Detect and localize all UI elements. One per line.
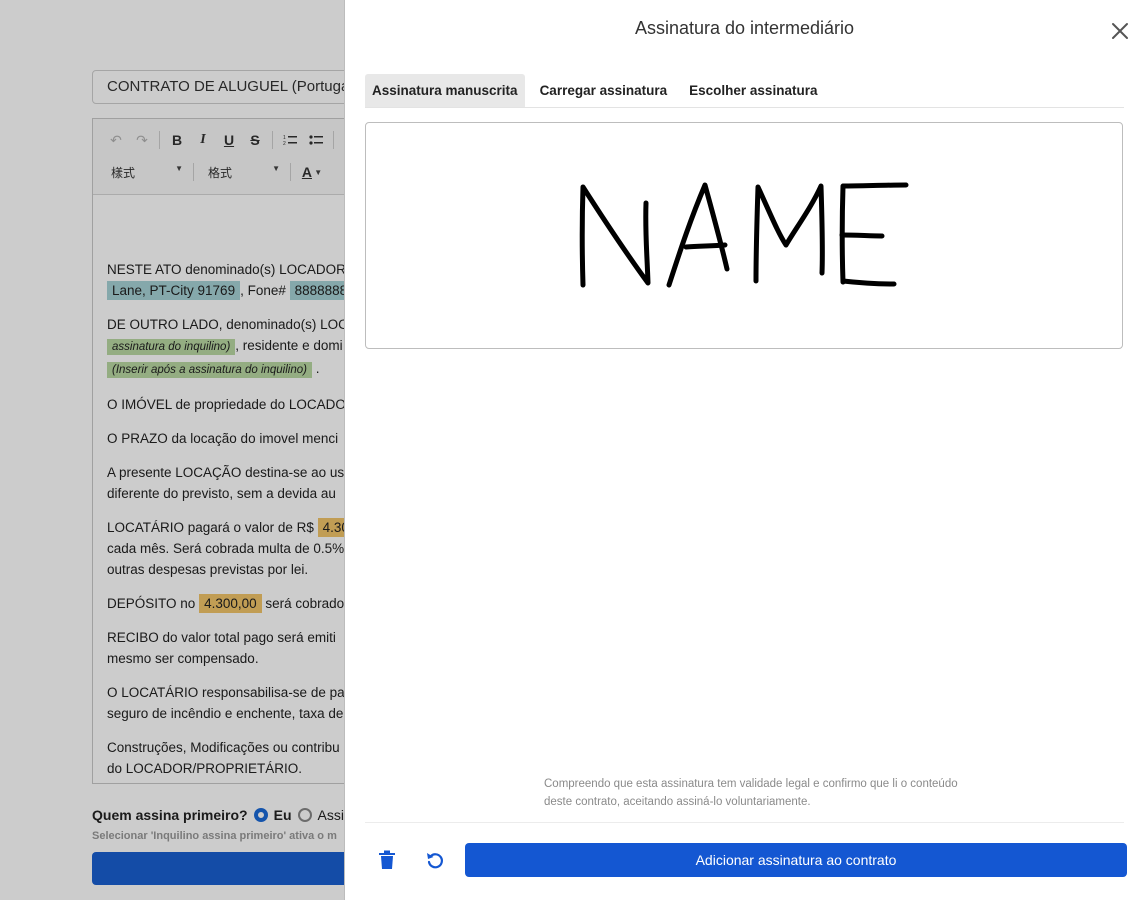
tab-upload[interactable]: Carregar assinatura [533,74,675,107]
signature-canvas[interactable] [365,122,1123,349]
legal-notice: Compreendo que esta assinatura tem valid… [544,778,958,808]
handwritten-signature [579,182,909,288]
undo-icon[interactable] [423,848,447,872]
modal-title: Assinatura do intermediário [634,18,855,38]
signature-modal: Assinatura do intermediário Assinatura m… [344,0,1143,900]
add-signature-button[interactable]: Adicionar assinatura ao contrato [465,843,1127,877]
footer-divider [365,822,1124,823]
tab-choose[interactable]: Escolher assinatura [682,74,824,107]
close-icon[interactable] [1107,18,1133,44]
tab-handwritten[interactable]: Assinatura manuscrita [365,74,525,107]
signature-tabs: Assinatura manuscrita Carregar assinatur… [365,74,1124,108]
trash-icon[interactable] [375,848,399,872]
